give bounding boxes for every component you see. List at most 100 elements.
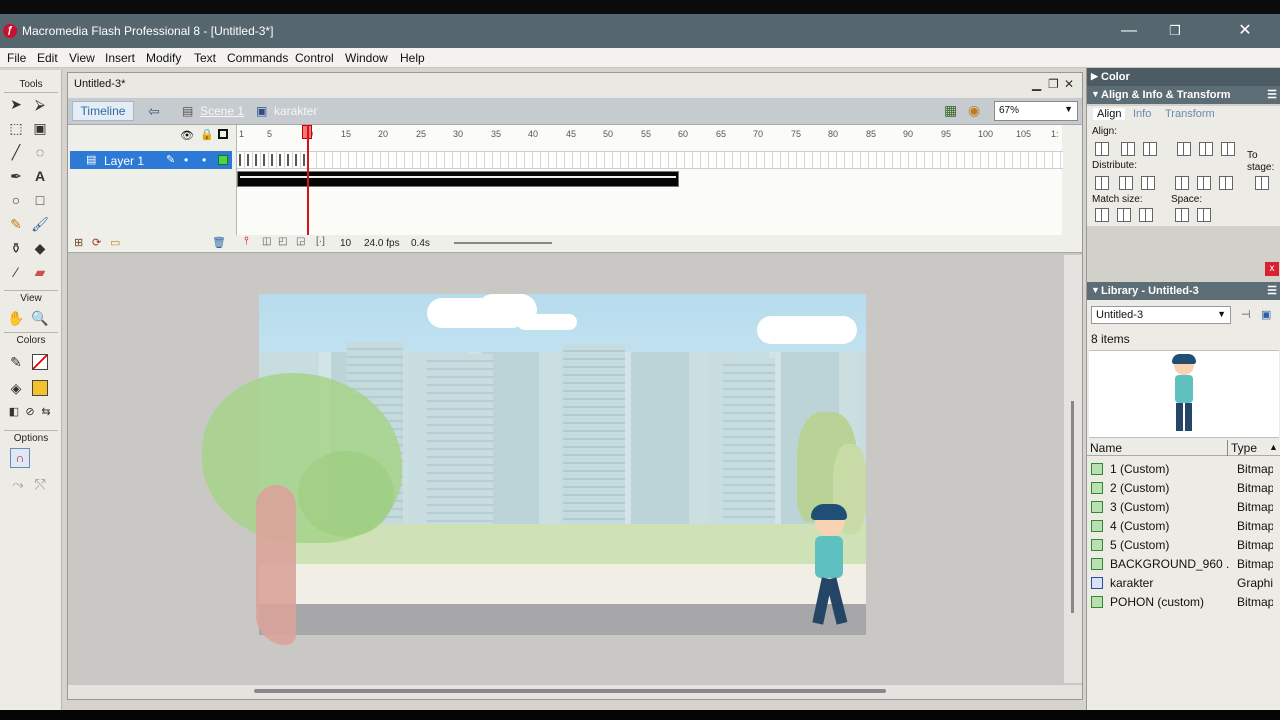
free-transform-icon[interactable]: ⬚ — [6, 118, 26, 138]
align-bottom-icon[interactable] — [1221, 142, 1235, 156]
breadcrumb-scene[interactable]: Scene 1 — [200, 104, 244, 118]
pencil-icon[interactable]: ✎ — [6, 214, 26, 234]
lasso-icon[interactable]: ◌ — [30, 142, 50, 162]
rectangle-tool-icon[interactable]: □ — [30, 190, 50, 210]
match-height-icon[interactable] — [1117, 208, 1131, 222]
pin-library-icon[interactable]: ⊣ — [1241, 308, 1251, 321]
horizontal-scrollbar[interactable] — [68, 685, 1082, 699]
pen-tool-icon[interactable]: ✒ — [6, 166, 26, 186]
snap-magnet-icon[interactable]: ∩ — [10, 448, 30, 468]
distribute-right-icon[interactable] — [1219, 176, 1233, 190]
swap-colors-icon[interactable]: ⇆ — [36, 402, 56, 422]
timeline-scrollbar[interactable] — [454, 242, 552, 244]
outline-icon[interactable] — [218, 129, 228, 139]
subselection-arrow-icon[interactable]: ⮚ — [30, 94, 50, 114]
col-type[interactable]: Type — [1231, 441, 1257, 455]
horizontal-scroll-thumb[interactable] — [254, 689, 886, 693]
library-item[interactable]: 4 (Custom) Bitmap — [1087, 517, 1277, 536]
document-tab[interactable]: Untitled-3* — [74, 78, 125, 90]
tab-info[interactable]: Info — [1133, 108, 1151, 120]
fill-color-swatch[interactable] — [32, 380, 48, 396]
selection-arrow-icon[interactable]: ➤ — [6, 94, 26, 114]
library-panel-header[interactable]: ▼ Library - Untitled-3 ☰ — [1087, 282, 1280, 300]
library-item[interactable]: 1 (Custom) Bitmap — [1087, 460, 1277, 479]
menu-modify[interactable]: Modify — [146, 51, 181, 65]
align-top-icon[interactable] — [1177, 142, 1191, 156]
straighten-icon[interactable]: ⤲ — [30, 474, 50, 494]
hand-icon[interactable]: ✋ — [6, 308, 26, 328]
edit-scene-icon[interactable]: ▦ — [944, 102, 957, 119]
menu-commands[interactable]: Commands — [227, 51, 288, 65]
fill-transform-icon[interactable]: ▣ — [30, 118, 50, 138]
new-library-icon[interactable]: ▣ — [1261, 308, 1271, 321]
distribute-top-icon[interactable] — [1095, 176, 1109, 190]
playhead[interactable] — [307, 125, 309, 235]
vertical-scrollbar[interactable] — [1064, 255, 1082, 683]
doc-minimize-icon[interactable]: ▁ — [1032, 77, 1041, 91]
match-width-icon[interactable] — [1095, 208, 1109, 222]
back-arrow-icon[interactable]: ⇦ — [144, 101, 164, 121]
center-frame-icon[interactable]: ⫯ — [244, 235, 249, 248]
minimize-button[interactable]: — — [1118, 20, 1140, 42]
smooth-icon[interactable]: ⤳ — [8, 474, 28, 494]
text-tool-icon[interactable]: A — [30, 166, 50, 186]
tab-transform[interactable]: Transform — [1165, 108, 1215, 120]
align-right-icon[interactable] — [1143, 142, 1157, 156]
frame-strip[interactable] — [237, 151, 1063, 169]
outline-color-swatch[interactable] — [218, 155, 228, 165]
menu-help[interactable]: Help — [400, 51, 425, 65]
library-item[interactable]: POHON (custom) Bitmap — [1087, 593, 1277, 612]
space-horizontal-icon[interactable] — [1197, 208, 1211, 222]
delete-layer-icon[interactable]: 🗑 — [212, 236, 226, 249]
menu-text[interactable]: Text — [194, 51, 216, 65]
panel-options-icon[interactable]: ☰ — [1267, 284, 1277, 297]
library-item[interactable]: karakterGraphic — [1087, 574, 1277, 593]
oval-tool-icon[interactable]: ○ — [6, 190, 26, 210]
to-stage-icon[interactable] — [1255, 176, 1269, 190]
frames-area[interactable]: 1 5 10 15 20 25 30 35 40 45 50 55 60 65 … — [236, 125, 1063, 235]
ink-bottle-icon[interactable]: ⚱ — [6, 238, 26, 258]
match-both-icon[interactable] — [1139, 208, 1153, 222]
karakter-character[interactable] — [807, 504, 851, 630]
color-panel-header[interactable]: ▶ Color — [1087, 68, 1280, 86]
sort-icon[interactable]: ▲ — [1269, 442, 1278, 452]
align-hcenter-icon[interactable] — [1121, 142, 1135, 156]
panel-close-button[interactable]: x — [1265, 262, 1279, 276]
lock-icon[interactable]: 🔒 — [200, 128, 214, 141]
library-item[interactable]: 3 (Custom) Bitmap — [1087, 498, 1277, 517]
menu-view[interactable]: View — [69, 51, 95, 65]
visibility-dot[interactable]: • — [184, 153, 188, 167]
lock-dot[interactable]: • — [202, 153, 206, 167]
menu-control[interactable]: Control — [295, 51, 334, 65]
distribute-vcenter-icon[interactable] — [1119, 176, 1133, 190]
add-motion-guide-icon[interactable]: ⟳ — [92, 236, 101, 249]
panel-options-icon[interactable]: ☰ — [1267, 88, 1277, 101]
menu-edit[interactable]: Edit — [37, 51, 58, 65]
space-vertical-icon[interactable] — [1175, 208, 1189, 222]
eye-icon[interactable]: 👁 — [180, 129, 194, 142]
edit-multiple-icon[interactable]: ◲ — [296, 236, 305, 247]
stroke-color-swatch[interactable] — [32, 354, 48, 370]
add-layer-icon[interactable]: ⊞ — [74, 236, 83, 249]
paint-bucket-icon[interactable]: ◆ — [30, 238, 50, 258]
tab-align[interactable]: Align — [1093, 108, 1126, 120]
menu-window[interactable]: Window — [345, 51, 388, 65]
distribute-bottom-icon[interactable] — [1141, 176, 1155, 190]
distribute-left-icon[interactable] — [1175, 176, 1189, 190]
align-left-icon[interactable] — [1095, 142, 1109, 156]
doc-restore-icon[interactable]: ❐ — [1048, 77, 1059, 91]
library-item[interactable]: 5 (Custom) Bitmap — [1087, 536, 1277, 555]
onion-skin-icon[interactable]: ◫ — [262, 236, 271, 247]
doc-close-icon[interactable]: ✕ — [1064, 77, 1074, 91]
zoom-icon[interactable]: 🔍 — [30, 308, 50, 328]
tween-span[interactable] — [237, 171, 679, 187]
close-button[interactable]: ✕ — [1234, 20, 1256, 42]
restore-button[interactable]: ❐ — [1164, 20, 1186, 42]
menu-insert[interactable]: Insert — [105, 51, 135, 65]
timeline-button[interactable]: Timeline — [72, 101, 134, 121]
add-folder-icon[interactable]: ▭ — [110, 236, 120, 249]
eyedropper-icon[interactable]: ⁄ — [6, 262, 26, 282]
line-tool-icon[interactable]: ╱ — [6, 142, 26, 162]
onion-outline-icon[interactable]: ◰ — [278, 236, 287, 247]
keyframes[interactable] — [239, 154, 307, 166]
